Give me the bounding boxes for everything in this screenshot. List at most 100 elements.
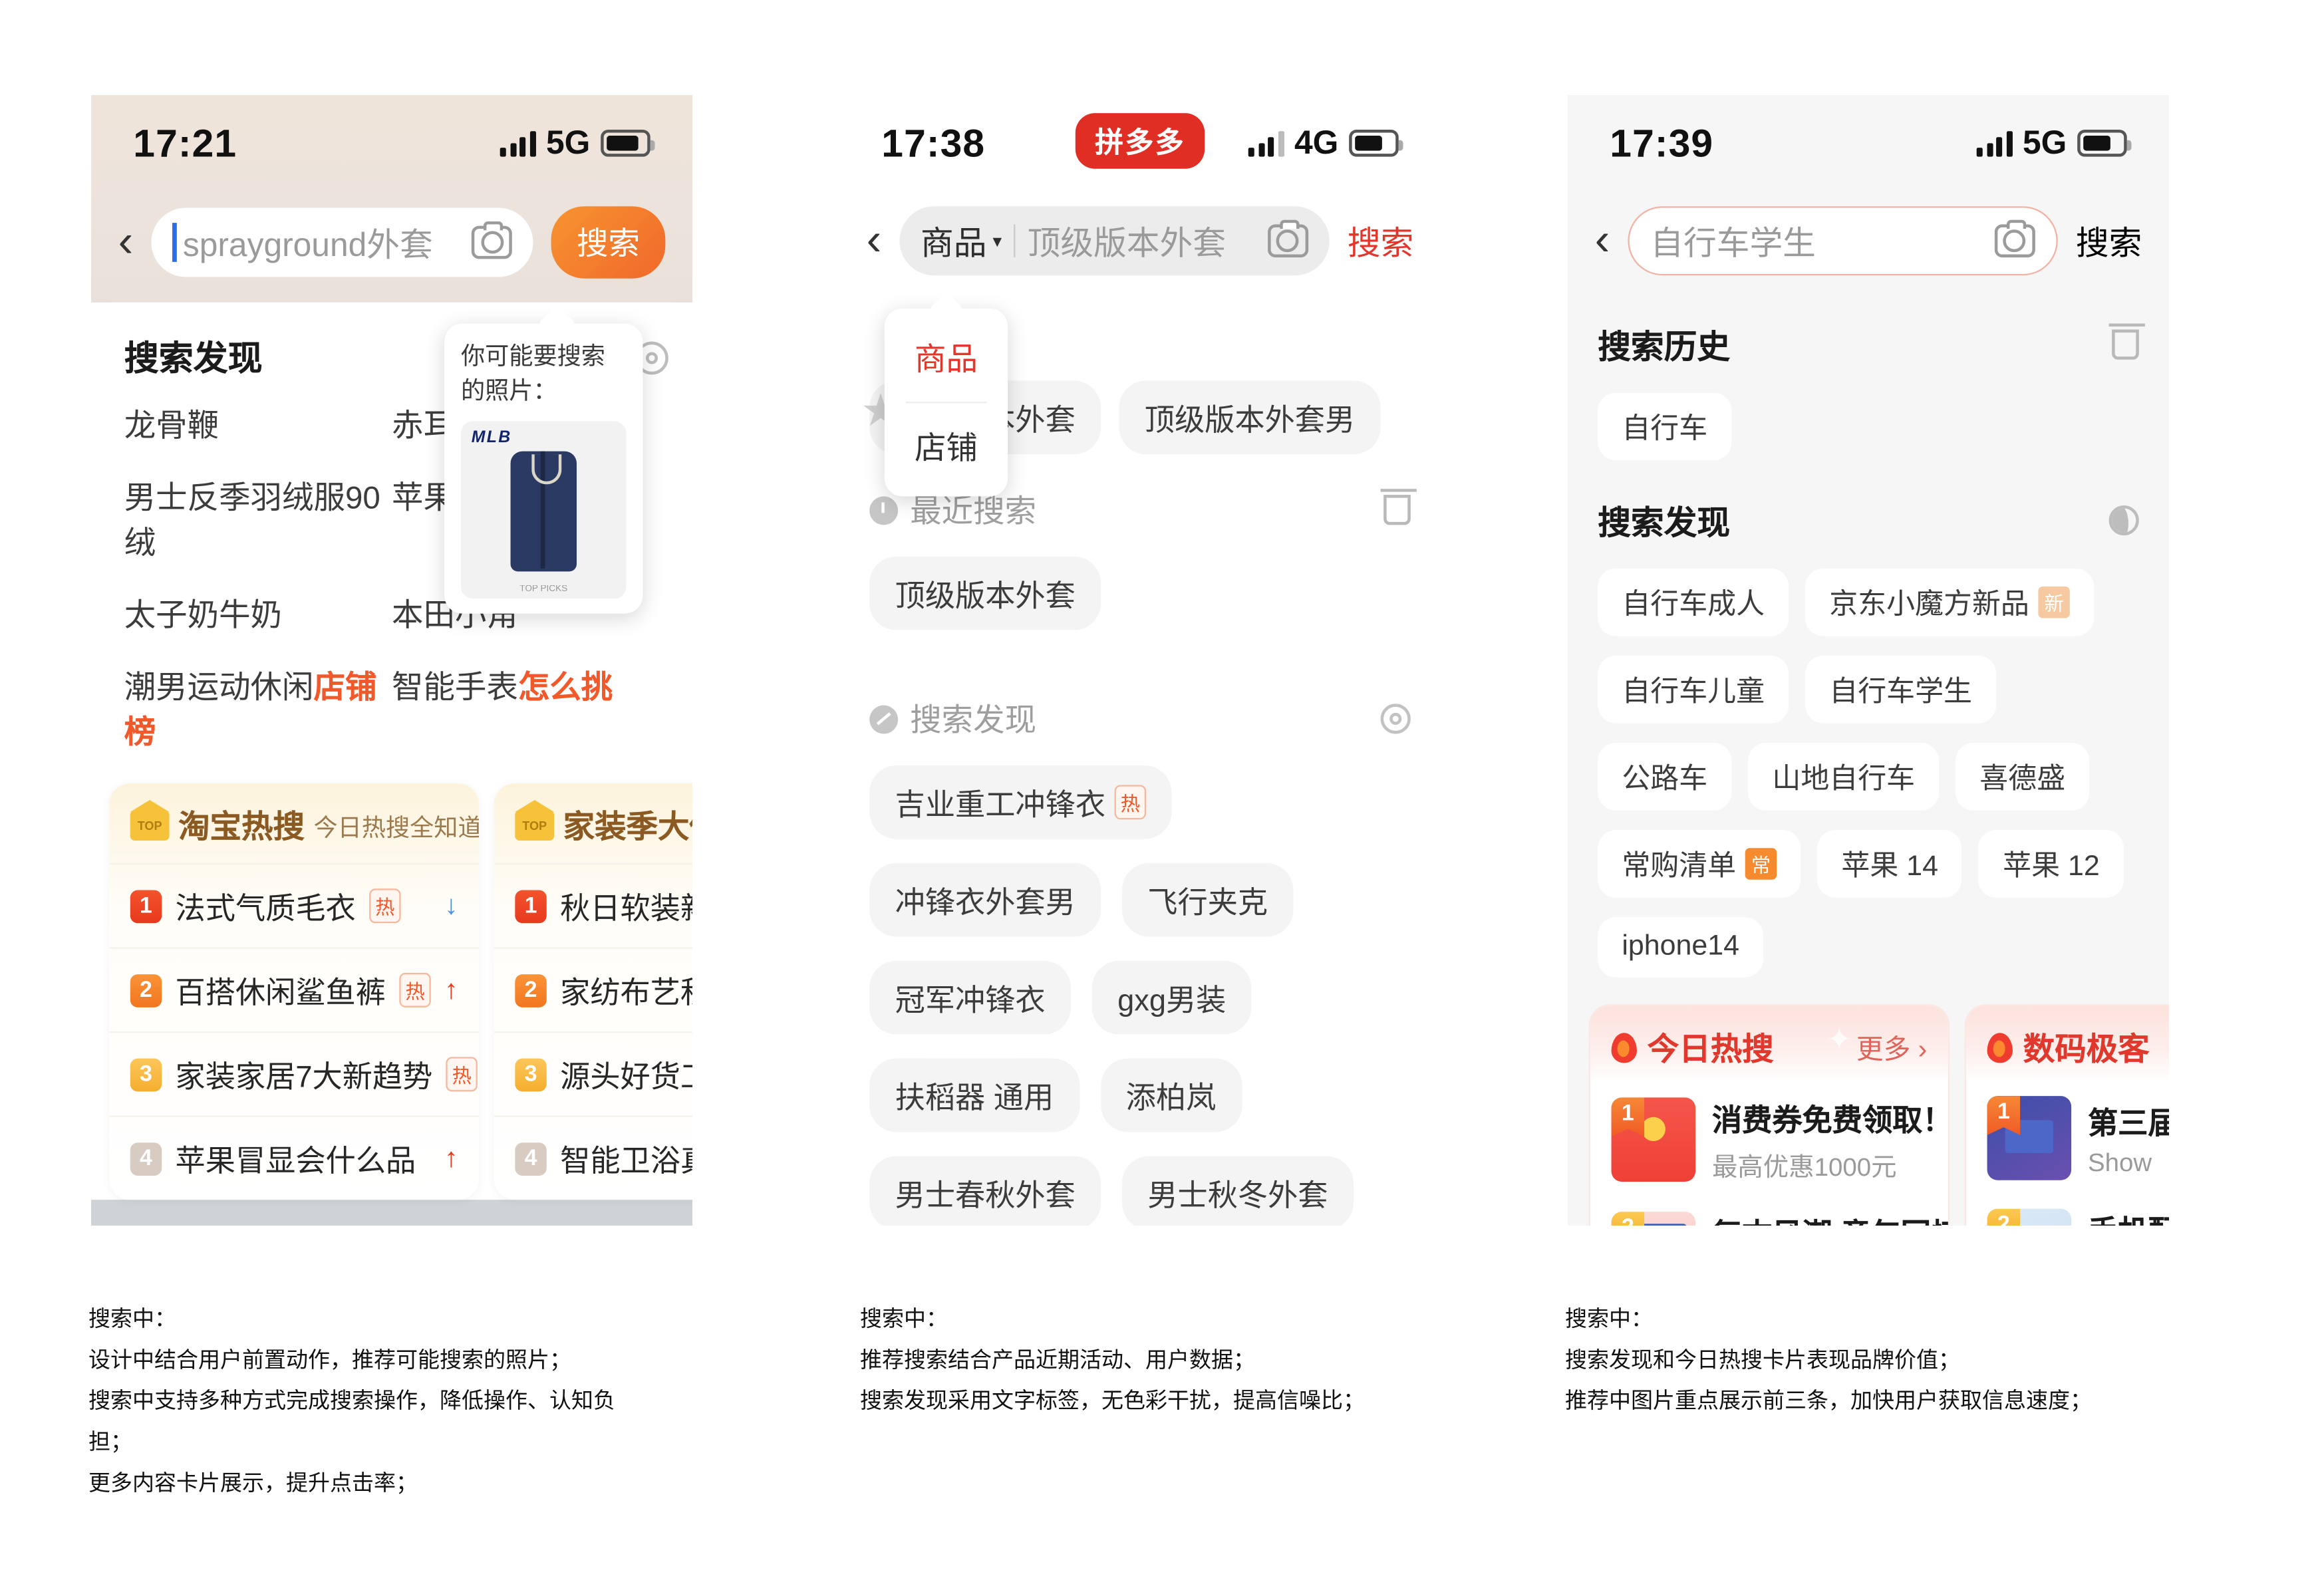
chip[interactable]: 顶级版本外套男 <box>1119 380 1381 455</box>
discover-item[interactable]: 太子奶牛奶 <box>124 591 392 636</box>
list-item[interactable]: 1 消费券免费领取！ 最高优惠1000元 <box>1590 1083 1948 1197</box>
chip[interactable]: 苹果 14 <box>1817 830 1963 898</box>
chip[interactable]: 自行车 <box>1598 392 1732 461</box>
phone1-body: 搜索发现 龙骨鞭 赤耳原牛 男士反季羽绒服90绒 苹果官14 太子奶牛奶 本田小… <box>91 302 692 1200</box>
hot-card[interactable]: TOP 淘宝热搜 今日热搜全知道 › 1 法式气质毛衣 热 ↓ 2 <box>109 783 480 1200</box>
chip[interactable]: 吉业重工冲锋衣热 <box>869 765 1172 839</box>
search-button[interactable]: 搜索 <box>551 206 666 279</box>
discover-chips: 吉业重工冲锋衣热 冲锋衣外套男 飞行夹克 冠军冲锋衣 gxg男装 扶稻器 通用 … <box>839 747 1441 1226</box>
signal-icon <box>1977 130 2013 156</box>
rank-badge: 1 <box>1611 1097 1645 1137</box>
chip[interactable]: 冠军冲锋衣 <box>869 960 1072 1035</box>
list-item[interactable]: 2 复古风潮 童年回忆 新潮好玩看这里 <box>1590 1197 1948 1226</box>
search-button[interactable]: 搜索 <box>2076 217 2142 265</box>
camera-icon[interactable] <box>1994 219 2035 258</box>
network-label: 4G <box>1294 123 1339 162</box>
history-chips: 自行车 <box>1568 372 2169 469</box>
chip[interactable]: 公路车 <box>1598 743 1732 811</box>
table-row[interactable]: 4 苹果冒显会什么品 ↑ <box>109 1115 480 1200</box>
chevron-left-icon[interactable]: ‹ <box>118 219 134 265</box>
search-input[interactable]: 自行车学生 <box>1628 206 2058 276</box>
network-label: 5G <box>2022 123 2067 162</box>
phone-screen-jd: 17:39 5G ‹ 自行车学生 搜索 搜索历史 自行车 搜索发现 自行车成人 … <box>1568 95 2169 1226</box>
rank-badge: 1 <box>515 889 547 923</box>
chip[interactable]: gxg男装 <box>1091 960 1252 1035</box>
search-input[interactable]: 商品 ▾ 顶级版本外套 <box>899 206 1330 276</box>
table-row[interactable]: 2 百搭休闲鲨鱼裤 热 ↑ <box>109 947 480 1031</box>
network-label: 5G <box>545 123 591 162</box>
hot-cards-row: 今日热搜 ✦ 更多 › 1 消费券免费领取！ 最高优惠1000元 数码极客 1 … <box>1568 986 2169 1226</box>
table-row[interactable]: 1 法式气质毛衣 热 ↓ <box>109 863 480 948</box>
phone2-body: ★ 顶级版本外套 顶级版本外套男 商品 店铺 最近搜索 顶级版本 <box>839 296 1441 1226</box>
item-thumbnail: 1 <box>1611 1097 1696 1182</box>
trash-icon[interactable] <box>2108 323 2145 360</box>
chip[interactable]: 飞行夹克 <box>1121 863 1294 937</box>
chip[interactable]: 自行车学生 <box>1805 655 1997 724</box>
chip[interactable]: 喜德盛 <box>1956 743 2090 811</box>
status-bar: 17:38 拼多多 4G <box>839 95 1441 192</box>
card-title: 今日热搜 <box>1647 1033 1774 1068</box>
row-label: 百搭休闲鲨鱼裤 <box>175 977 386 1011</box>
item-thumbnail: 2 <box>1987 1208 2072 1226</box>
table-row[interactable]: 3 家装家居7大新趋势 热 ↓ <box>109 1031 480 1116</box>
chip[interactable]: 添柏岚 <box>1100 1058 1242 1132</box>
discover-item[interactable]: 智能手表怎么挑 <box>392 663 659 753</box>
discover-item[interactable]: 潮男运动休闲店铺榜 <box>124 663 392 753</box>
trend-icon: ↑ <box>444 1142 458 1173</box>
chip[interactable]: 苹果 12 <box>1979 830 2124 898</box>
chip[interactable]: 自行车成人 <box>1598 568 1789 636</box>
table-row[interactable]: 1 秋日软装新风格 <box>494 863 692 948</box>
hot-tag: 热 <box>446 1057 478 1092</box>
product-thumbnail: MLB TOP PICKS <box>460 422 627 599</box>
search-input-placeholder: 自行车学生 <box>1650 224 1816 262</box>
chevron-left-icon[interactable]: ‹ <box>867 217 882 263</box>
discover-item[interactable]: 龙骨鞭 <box>124 402 392 447</box>
battery-icon <box>1349 129 1403 157</box>
chip[interactable]: 常购清单常 <box>1598 830 1801 898</box>
category-selector[interactable]: 商品 ▾ <box>921 217 1002 265</box>
chip[interactable]: 顶级版本外套 <box>869 556 1101 630</box>
status-time: 17:38 <box>881 120 986 166</box>
chip[interactable]: 自行车儿童 <box>1598 655 1789 724</box>
hot-card-today[interactable]: 今日热搜 ✦ 更多 › 1 消费券免费领取！ 最高优惠1000元 <box>1588 1004 1950 1226</box>
table-row[interactable]: 4 智能卫浴真香哪 <box>494 1115 692 1200</box>
chip[interactable]: 男士秋冬外套 <box>1121 1156 1354 1226</box>
search-input[interactable]: sprayground外套 <box>151 207 533 277</box>
chip[interactable]: 京东小魔方新品新 <box>1805 568 2095 636</box>
moon-icon[interactable] <box>2108 505 2139 536</box>
chip[interactable]: 山地自行车 <box>1748 743 1940 811</box>
discover-item[interactable]: 男士反季羽绒服90绒 <box>124 474 392 565</box>
chip[interactable]: 冲锋衣外套男 <box>869 863 1101 937</box>
dropdown-item-shop[interactable]: 店铺 <box>885 403 1008 490</box>
refresh-icon <box>869 704 899 733</box>
search-input-value: sprayground外套 <box>182 225 433 264</box>
chevron-left-icon[interactable]: ‹ <box>1595 217 1610 263</box>
target-icon[interactable] <box>1380 704 1411 734</box>
item-thumbnail: 1 <box>1987 1096 2072 1180</box>
trash-icon[interactable] <box>1380 489 1417 525</box>
table-row[interactable]: 2 家纺布艺秋季上新 <box>494 947 692 1031</box>
row-label: 源头好货工厂直销 <box>560 1061 692 1095</box>
list-item[interactable]: 2 手机配 大牌好 <box>1966 1194 2169 1226</box>
dropdown-item-product[interactable]: 商品 <box>885 315 1008 402</box>
status-time: 17:39 <box>1610 120 1714 166</box>
phone2-content: 17:38 拼多多 4G ‹ 商品 ▾ 顶级版本外套 搜索 ★ 顶级版本外套男 … <box>839 95 1441 1226</box>
search-button[interactable]: 搜索 <box>1348 217 1413 265</box>
table-row[interactable]: 3 源头好货工厂直销 <box>494 1031 692 1116</box>
list-item[interactable]: 1 第三届 Show <box>1966 1083 2169 1194</box>
flame-icon <box>1987 1033 2013 1063</box>
hot-card-digital[interactable]: 数码极客 1 第三届 Show 2 手机配 <box>1964 1004 2169 1226</box>
camera-icon[interactable] <box>471 221 512 259</box>
chip[interactable]: iphone14 <box>1598 917 1764 978</box>
item-thumbnail: 2 <box>1611 1212 1696 1226</box>
divider <box>1014 224 1016 258</box>
crown-icon: TOP <box>515 799 555 841</box>
chip[interactable]: 扶稻器 通用 <box>869 1058 1080 1132</box>
more-link[interactable]: 更多 › <box>1856 1028 1927 1067</box>
section-label: 搜索历史 <box>1598 328 1731 366</box>
rank-badge: 2 <box>1987 1208 2021 1226</box>
chip[interactable]: 男士春秋外套 <box>869 1156 1101 1226</box>
camera-icon[interactable] <box>1268 219 1309 258</box>
hot-card[interactable]: TOP 家装季大促 家装 1 秋日软装新风格 2 家纺布艺秋季上新 <box>494 783 692 1200</box>
photo-suggestion-tooltip[interactable]: 你可能要搜索的照片： MLB TOP PICKS <box>444 323 643 614</box>
